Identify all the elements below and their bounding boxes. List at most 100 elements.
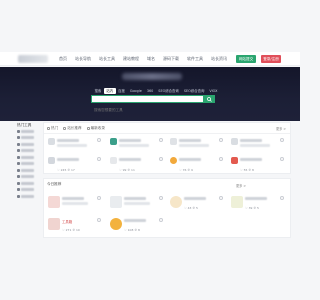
sidebar-item-label [21, 162, 34, 166]
tool-card[interactable]: ♡ 55 ⑨ 8 [229, 155, 287, 173]
tool-card[interactable]: ♡ 76 ⑨ 9 [168, 155, 226, 173]
nav-link-tutorials[interactable]: 建站教程 [119, 55, 143, 63]
tab-latest-label: 最新收录 [90, 126, 105, 130]
tool-card[interactable] [168, 136, 226, 154]
sidebar-item-label [21, 181, 34, 185]
login-button[interactable]: 登录/注册 [261, 55, 281, 63]
tool-card-title [240, 139, 262, 142]
search-tab-seo-2[interactable]: SEO综合查询 [181, 88, 207, 94]
search-icon [206, 96, 212, 102]
recommend-card-desc [124, 202, 150, 205]
search-tab-360[interactable]: 360 [144, 88, 155, 94]
recommend-card[interactable] [108, 194, 166, 214]
tool-card[interactable]: ♡ 245 ⑨ 17 [46, 155, 104, 173]
tab-latest[interactable]: 最新收录 [86, 125, 105, 131]
tool-card-title [57, 158, 79, 161]
tool-card-desc [57, 144, 87, 147]
tab-recommended-label: 站长推荐 [67, 126, 82, 130]
tab-recommended[interactable]: 站长推荐 [63, 125, 82, 131]
tool-card[interactable] [229, 136, 287, 154]
nav-link-home[interactable]: 首页 [55, 55, 71, 63]
favorite-icon[interactable] [219, 157, 223, 161]
category-icon [17, 129, 20, 133]
recommend-card[interactable]: 工具箱 ♡ 271 ⑨ 10 [46, 216, 104, 236]
search-tab-site[interactable]: 站内 [103, 88, 116, 94]
recommend-thumbnail [231, 196, 243, 208]
tool-card-stats: ♡ 76 ⑨ 9 [179, 168, 193, 172]
search-input[interactable] [92, 107, 203, 113]
tool-card-title [240, 158, 262, 161]
favorite-icon[interactable] [97, 196, 101, 200]
search-tab-baidu[interactable]: 百度 [116, 88, 128, 94]
favorite-icon[interactable] [219, 196, 223, 200]
tool-card[interactable] [46, 136, 104, 154]
recommend-thumbnail [110, 196, 122, 208]
sidebar-item-label [21, 188, 34, 192]
search-tab-google[interactable]: Google [127, 88, 144, 94]
category-icon [17, 149, 20, 153]
tool-card[interactable]: ♡ 99 ⑨ 11 [108, 155, 166, 173]
sidebar-item-label [21, 149, 34, 153]
recommend-card[interactable]: ♡ 108 ⑨ 8 [108, 216, 166, 236]
tool-icon [110, 138, 117, 145]
nav-link-tools[interactable]: 站长工具 [95, 55, 119, 63]
favorite-icon[interactable] [219, 138, 223, 142]
hot-tools-more-link[interactable]: 更多 > [276, 126, 286, 131]
tool-card-title [179, 158, 201, 161]
category-icon [17, 175, 20, 179]
nav-link-domain[interactable]: 域名 [143, 55, 159, 63]
recommend-card[interactable]: ♡ 43 ⑨ 5 [168, 194, 226, 214]
nav-link-news[interactable]: 站长资讯 [207, 55, 231, 63]
search-tab-search[interactable]: 搜索 [92, 88, 104, 94]
recommend-card-stats: ♡ 39 ⑨ 5 [245, 206, 259, 210]
sidebar-item[interactable] [17, 193, 39, 200]
site-logo[interactable] [18, 55, 48, 63]
page: 首页 站长导航 站长工具 建站教程 域名 源码下载 软件工具 站长资讯 网站提交… [0, 0, 300, 300]
hot-tools-tabs: 热门 站长推荐 最新收录 [47, 125, 105, 131]
sidebar-item-label [21, 129, 34, 133]
recommend-card-stats: ♡ 271 ⑨ 10 [62, 228, 80, 232]
favorite-icon[interactable] [280, 138, 284, 142]
search-field[interactable] [91, 95, 203, 113]
tab-icon [86, 126, 90, 130]
favorite-icon[interactable] [159, 138, 163, 142]
nav-link-software[interactable]: 软件工具 [183, 55, 207, 63]
favorite-icon[interactable] [280, 157, 284, 161]
favorite-icon[interactable] [97, 138, 101, 142]
tab-hot[interactable]: 热门 [47, 125, 58, 131]
search-button[interactable] [203, 95, 215, 103]
favorite-icon[interactable] [159, 157, 163, 161]
tool-card[interactable] [108, 136, 166, 154]
search-tab-seo[interactable]: SEO综合查询 [156, 88, 182, 94]
tool-icon [110, 157, 117, 164]
favorite-icon[interactable] [159, 218, 163, 222]
category-sidebar: 热门工具 [17, 122, 39, 202]
tab-icon [63, 126, 67, 130]
recommend-card[interactable]: ♡ 39 ⑨ 5 [229, 194, 287, 214]
favorite-icon[interactable] [97, 218, 101, 222]
search-tab-viox[interactable]: VIOX [207, 88, 220, 94]
favorite-icon[interactable] [97, 157, 101, 161]
recommend-card-title [124, 197, 146, 200]
nav-link-source[interactable]: 源码下载 [159, 55, 183, 63]
favorite-icon[interactable] [280, 196, 284, 200]
category-icon [17, 142, 20, 146]
tool-icon [231, 138, 238, 145]
sidebar-item-label [21, 175, 34, 179]
tool-card-desc [240, 144, 270, 147]
tool-card-stats: ♡ 55 ⑨ 8 [240, 168, 254, 172]
tool-icon [170, 157, 177, 164]
favorite-icon[interactable] [159, 196, 163, 200]
nav-link-directory[interactable]: 站长导航 [71, 55, 95, 63]
tool-card-stats: ♡ 99 ⑨ 11 [119, 168, 135, 172]
recommend-card-desc [62, 202, 88, 205]
tab-hot-label: 热门 [51, 126, 59, 130]
submit-site-button[interactable]: 网站提交 [236, 55, 256, 63]
hero-title [122, 73, 182, 80]
recommend-more-link[interactable]: 更多 > [236, 183, 246, 188]
tool-icon [48, 138, 55, 145]
tool-icon [48, 157, 55, 164]
recommend-card-title [62, 197, 84, 200]
recommend-card[interactable] [46, 194, 104, 214]
panel-divider [44, 133, 290, 134]
